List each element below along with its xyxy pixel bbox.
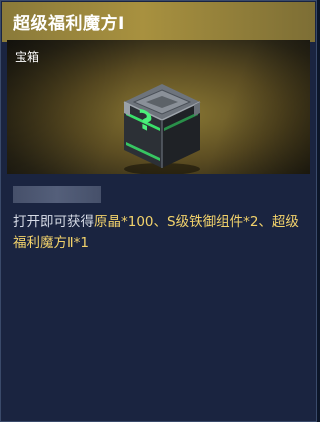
mystery-box-icon: ? xyxy=(123,84,201,174)
description-prefix: 打开即可获得 xyxy=(13,214,94,230)
item-preview: 宝箱 ? xyxy=(7,40,310,174)
item-header: 超级福利魔方Ⅰ xyxy=(2,2,315,42)
item-name: 超级福利魔方Ⅰ xyxy=(13,14,125,34)
redacted-label xyxy=(13,186,101,203)
item-description: 打开即可获得原晶*100、S级铁御组件*2、超级福利魔方Ⅱ*1 xyxy=(13,212,305,254)
item-type: 宝箱 xyxy=(15,50,40,64)
item-tooltip-panel: 超级福利魔方Ⅰ 宝箱 ? 打开即可获得原晶*100、S级铁御组件*2、超级福利魔… xyxy=(0,0,317,422)
